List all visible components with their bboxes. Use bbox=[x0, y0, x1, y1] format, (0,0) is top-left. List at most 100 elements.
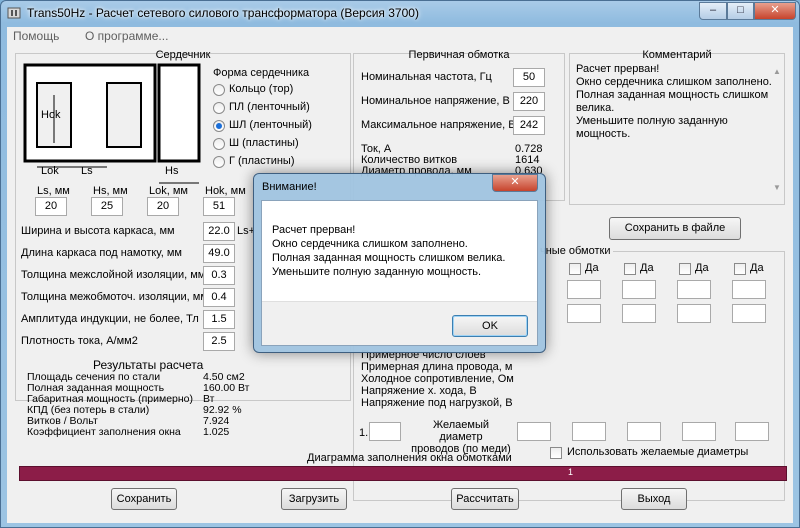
dimension-label: Hs, мм bbox=[93, 185, 128, 197]
secondary-input[interactable] bbox=[567, 304, 601, 323]
ok-button[interactable]: OK bbox=[452, 315, 528, 337]
shape-radio[interactable] bbox=[213, 102, 225, 114]
secondary-input[interactable] bbox=[677, 280, 711, 299]
shape-radio[interactable] bbox=[213, 120, 225, 132]
dimension-input[interactable]: 51 bbox=[203, 197, 235, 216]
param-input[interactable]: 1.5 bbox=[203, 310, 235, 329]
maximize-icon: □ bbox=[737, 4, 744, 16]
fill-bar-title: Диаграмма заполнения окна обмотками bbox=[307, 452, 512, 464]
app-window: Trans50Hz - Расчет сетевого силового тра… bbox=[0, 0, 800, 528]
desired-diameter-label: Желаемый диаметр проводов (по меди) bbox=[411, 419, 511, 455]
menu-help[interactable]: Помощь bbox=[13, 29, 59, 43]
param-label: Длина каркаса под намотку, мм bbox=[21, 247, 182, 259]
hok-label: Hok bbox=[41, 109, 61, 121]
secondary-row-label: Напряжение х. хода, В bbox=[361, 385, 477, 397]
dialog-close-button[interactable]: ✕ bbox=[492, 174, 538, 192]
secondary-row-label: Примерная длина провода, м bbox=[361, 361, 513, 373]
fill-bar-marker: 1 bbox=[568, 467, 574, 477]
shape-label: Ш (пластины) bbox=[229, 137, 299, 149]
primary-input-label: Номинальная частота, Гц bbox=[361, 71, 492, 83]
dimension-input[interactable]: 20 bbox=[35, 197, 67, 216]
primary-input[interactable]: 50 bbox=[513, 68, 545, 87]
param-label: Плотность тока, А/мм2 bbox=[21, 335, 138, 347]
secondary-input[interactable] bbox=[622, 304, 656, 323]
secondary-enable-label: Да bbox=[585, 262, 599, 274]
primary-group-title: Первичная обмотка bbox=[408, 49, 510, 61]
dimension-label: Lok, мм bbox=[149, 185, 188, 197]
lok-label: Lok bbox=[41, 165, 59, 177]
secondary-enable-checkbox[interactable] bbox=[624, 263, 636, 275]
shape-title: Форма сердечника bbox=[213, 67, 310, 79]
param-input[interactable]: 0.4 bbox=[203, 288, 235, 307]
save-to-file-button[interactable]: Сохранить в файле bbox=[609, 217, 741, 240]
secondary-input[interactable] bbox=[732, 304, 766, 323]
dimension-label: Ls, мм bbox=[37, 185, 70, 197]
comment-text: Расчет прерван! Окно сердечника слишком … bbox=[576, 63, 772, 140]
secondary-voltage-input[interactable] bbox=[369, 422, 401, 441]
secondary-enable-checkbox[interactable] bbox=[569, 263, 581, 275]
secondary-input[interactable] bbox=[567, 280, 601, 299]
menu-bar: Помощь О программе... bbox=[7, 27, 793, 45]
shape-label: ШЛ (ленточный) bbox=[229, 119, 312, 131]
secondary-diameter-input[interactable] bbox=[517, 422, 551, 441]
dialog-close-icon: ✕ bbox=[510, 176, 520, 188]
result-value: 1.025 bbox=[203, 426, 230, 438]
window-title: Trans50Hz - Расчет сетевого силового тра… bbox=[27, 6, 419, 20]
results-title: Результаты расчета bbox=[93, 358, 204, 372]
shape-label: Кольцо (тор) bbox=[229, 83, 294, 95]
scroll-up-icon[interactable]: ▲ bbox=[773, 67, 781, 76]
save-button[interactable]: Сохранить bbox=[111, 488, 177, 510]
dimension-input[interactable]: 25 bbox=[91, 197, 123, 216]
exit-button[interactable]: Выход bbox=[621, 488, 687, 510]
param-input[interactable]: 49.0 bbox=[203, 244, 235, 263]
minimize-icon: – bbox=[709, 4, 717, 16]
primary-input[interactable]: 242 bbox=[513, 116, 545, 135]
primary-input-label: Номинальное напряжение, В bbox=[361, 95, 510, 107]
secondary-enable-checkbox[interactable] bbox=[679, 263, 691, 275]
primary-input[interactable]: 220 bbox=[513, 92, 545, 111]
use-desired-label: Использовать желаемые диаметры bbox=[567, 446, 749, 458]
param-input[interactable]: 0.3 bbox=[203, 266, 235, 285]
shape-radio[interactable] bbox=[213, 138, 225, 150]
secondary-enable-label: Да bbox=[640, 262, 654, 274]
secondary-enable-label: Да bbox=[750, 262, 764, 274]
secondary-input[interactable] bbox=[622, 280, 656, 299]
warning-dialog: Внимание! ✕ Расчет прерван! Окно сердечн… bbox=[253, 173, 546, 353]
param-input[interactable]: 22.0 bbox=[203, 222, 235, 241]
close-button[interactable]: ✕ bbox=[754, 2, 796, 20]
secondary-group-title: чные обмотки bbox=[538, 245, 613, 257]
dialog-body: Расчет прерван! Окно сердечника слишком … bbox=[261, 200, 538, 346]
row-number: 1. bbox=[359, 427, 369, 439]
secondary-row-label: Напряжение под нагрузкой, В bbox=[361, 397, 513, 409]
hs-label: Hs bbox=[165, 165, 179, 177]
result-label: Коэффициент заполнения окна bbox=[27, 426, 181, 438]
dialog-footer: OK bbox=[262, 301, 537, 345]
secondary-diameter-input[interactable] bbox=[572, 422, 606, 441]
dimension-input[interactable]: 20 bbox=[147, 197, 179, 216]
menu-about[interactable]: О программе... bbox=[85, 29, 168, 43]
secondary-diameter-input[interactable] bbox=[682, 422, 716, 441]
close-icon: ✕ bbox=[770, 4, 780, 16]
shape-radio[interactable] bbox=[213, 84, 225, 96]
dimension-label: Hok, мм bbox=[205, 185, 246, 197]
comment-title: Комментарий bbox=[642, 49, 712, 61]
title-bar[interactable]: Trans50Hz - Расчет сетевого силового тра… bbox=[1, 1, 799, 25]
use-desired-checkbox[interactable] bbox=[550, 447, 562, 459]
maximize-button[interactable]: □ bbox=[727, 2, 754, 20]
shape-label: Г (пластины) bbox=[229, 155, 295, 167]
param-label: Толщина межобмоточ. изоляции, мм bbox=[21, 291, 208, 303]
fill-bar-value bbox=[20, 467, 786, 480]
param-label: Толщина межслойной изоляции, мм bbox=[21, 269, 206, 281]
minimize-button[interactable]: – bbox=[699, 2, 727, 20]
secondary-enable-checkbox[interactable] bbox=[734, 263, 746, 275]
secondary-diameter-input[interactable] bbox=[627, 422, 661, 441]
scroll-down-icon[interactable]: ▼ bbox=[773, 183, 781, 192]
primary-input-label: Максимальное напряжение, В bbox=[361, 119, 516, 131]
load-button[interactable]: Загрузить bbox=[281, 488, 347, 510]
secondary-input[interactable] bbox=[732, 280, 766, 299]
calculate-button[interactable]: Рассчитать bbox=[451, 488, 519, 510]
param-input[interactable]: 2.5 bbox=[203, 332, 235, 351]
secondary-input[interactable] bbox=[677, 304, 711, 323]
secondary-diameter-input[interactable] bbox=[735, 422, 769, 441]
shape-radio[interactable] bbox=[213, 156, 225, 168]
